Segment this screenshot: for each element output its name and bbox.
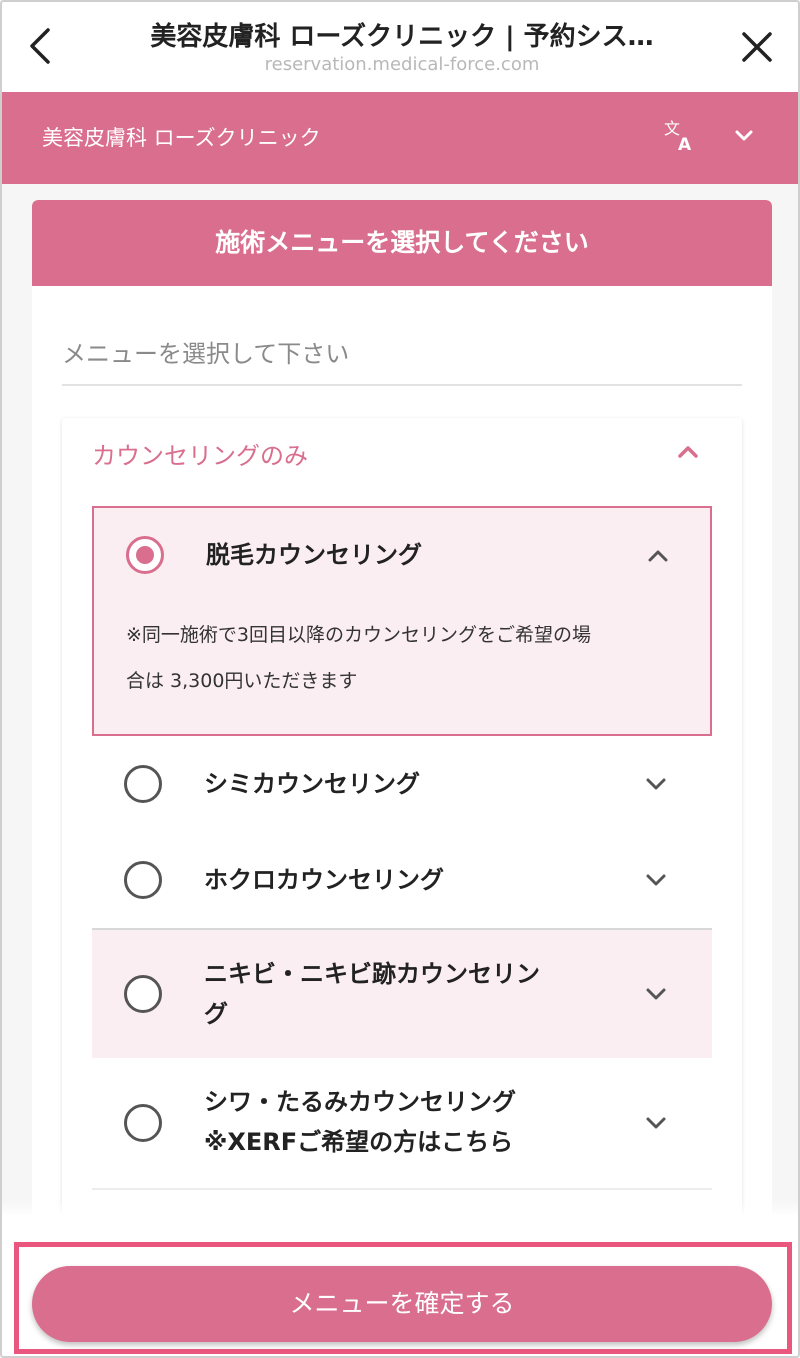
menu-option-wrinkles[interactable]: シワ・たるみカウンセリング ※XERFご希望の方はこちら — [92, 1058, 712, 1188]
option-label-line-2: グ — [204, 1000, 228, 1028]
radio-unselected[interactable] — [124, 765, 162, 803]
divider — [92, 1188, 712, 1190]
option-label-line-2: ※XERFご希望の方はこちら — [204, 1128, 514, 1156]
option-label-line-1: ニキビ・ニキビ跡カウンセリン — [204, 960, 540, 988]
screen: 美容皮膚科 ローズクリニック | 予約シス… reservation.medic… — [0, 0, 800, 1358]
card-header: 施術メニューを選択してください — [32, 200, 772, 286]
option-label: ホクロカウンセリング — [204, 866, 444, 894]
menu-card: 施術メニューを選択してください メニューを選択して下さい カウンセリングのみ 脱… — [32, 200, 772, 1240]
chevron-left-icon[interactable] — [24, 24, 58, 68]
browser-title: 美容皮膚科 ローズクリニック | 予約シス… — [150, 22, 654, 52]
chevron-down-icon[interactable] — [644, 775, 668, 793]
chevron-up-icon[interactable] — [646, 546, 670, 564]
chevron-down-icon[interactable] — [732, 126, 756, 146]
menu-option-acne[interactable]: ニキビ・ニキビ跡カウンセリン グ — [92, 930, 712, 1058]
option-label: シワ・たるみカウンセリング ※XERFご希望の方はこちら — [204, 1082, 516, 1162]
option-label: シミカウンセリング — [204, 770, 420, 798]
note-line-2: 合は 3,300円いただきます — [126, 670, 358, 692]
translate-icon[interactable]: 文 A — [662, 118, 698, 154]
menu-option-moles[interactable]: ホクロカウンセリング — [92, 832, 712, 928]
chevron-down-icon[interactable] — [644, 1114, 668, 1132]
option-label: 脱毛カウンセリング — [206, 541, 422, 569]
close-icon[interactable] — [738, 28, 776, 66]
option-label-line-1: シワ・たるみカウンセリング — [204, 1088, 516, 1116]
option-note: ※同一施術で3回目以降のカウンセリングをご希望の場 合は 3,300円いただきま… — [126, 612, 686, 704]
note-line-1: ※同一施術で3回目以降のカウンセリングをご希望の場 — [126, 624, 592, 646]
option-label: ニキビ・ニキビ跡カウンセリン グ — [204, 954, 540, 1034]
radio-unselected[interactable] — [124, 861, 162, 899]
clinic-name: 美容皮膚科 ローズクリニック — [42, 126, 321, 150]
radio-selected[interactable] — [126, 536, 164, 574]
category-title[interactable]: カウンセリングのみ — [92, 436, 308, 471]
svg-text:A: A — [678, 135, 692, 154]
browser-url: reservation.medical-force.com — [264, 54, 540, 75]
menu-option-hair-removal[interactable]: 脱毛カウンセリング ※同一施術で3回目以降のカウンセリングをご希望の場 合は 3… — [92, 506, 712, 736]
menu-select-input[interactable]: メニューを選択して下さい — [62, 334, 349, 369]
chevron-up-icon[interactable] — [676, 442, 700, 460]
clinic-header: 美容皮膚科 ローズクリニック 文 A — [2, 92, 798, 184]
chevron-down-icon[interactable] — [644, 985, 668, 1003]
radio-unselected[interactable] — [124, 975, 162, 1013]
input-underline — [62, 384, 742, 386]
confirm-menu-button[interactable]: メニューを確定する — [32, 1266, 772, 1342]
chevron-down-icon[interactable] — [644, 871, 668, 889]
menu-option-spots[interactable]: シミカウンセリング — [92, 736, 712, 832]
radio-unselected[interactable] — [124, 1104, 162, 1142]
browser-topbar: 美容皮膚科 ローズクリニック | 予約シス… reservation.medic… — [2, 2, 798, 92]
